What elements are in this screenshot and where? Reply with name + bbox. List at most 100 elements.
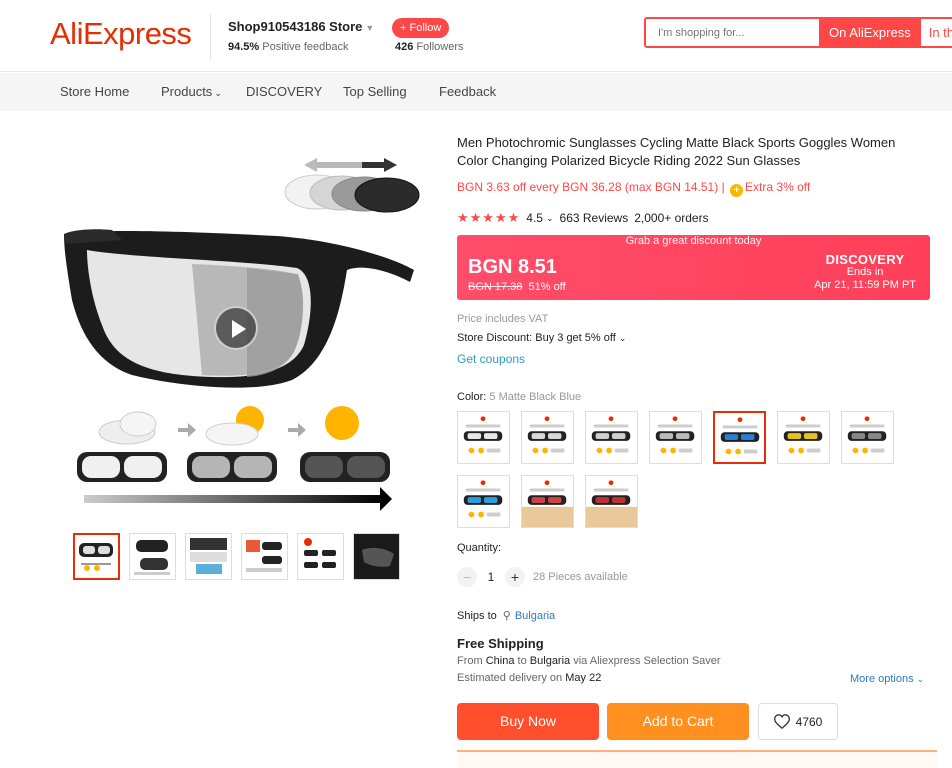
feedback-percent: 94.5% bbox=[228, 41, 260, 53]
ship-to: Bulgaria bbox=[529, 655, 571, 667]
discovery-logo: DISCOVERY bbox=[825, 252, 905, 267]
thumbnail-image bbox=[134, 540, 170, 575]
old-price-row: BGN 17.38 51% off bbox=[468, 281, 566, 293]
color-swatch-8[interactable] bbox=[457, 475, 510, 528]
discount-percent: 51% off bbox=[528, 281, 566, 293]
nav-products-label[interactable]: Products bbox=[161, 84, 212, 99]
small-glasses-row bbox=[77, 452, 390, 482]
store-name-text[interactable]: Shop910543186 Store bbox=[228, 19, 362, 34]
decrease-quantity-button[interactable]: − bbox=[457, 567, 477, 587]
color-swatch-5[interactable] bbox=[713, 411, 766, 464]
search-bar: On AliExpress In th bbox=[644, 17, 952, 48]
reviews-link[interactable]: 663 Reviews bbox=[560, 211, 629, 225]
wishlist-button[interactable]: 4760 bbox=[758, 703, 838, 740]
nav-store-home[interactable]: Store Home bbox=[60, 84, 129, 99]
increase-quantity-button[interactable]: + bbox=[505, 567, 525, 587]
coin-icon: + bbox=[730, 184, 744, 197]
swatch-image bbox=[463, 480, 503, 518]
swatch-image bbox=[527, 416, 567, 454]
add-to-cart-button[interactable]: Add to Cart bbox=[607, 703, 749, 740]
nav-feedback[interactable]: Feedback bbox=[439, 84, 496, 99]
buy-now-button[interactable]: Buy Now bbox=[457, 703, 599, 740]
swatch-image bbox=[522, 480, 573, 527]
color-swatch-9[interactable] bbox=[521, 475, 574, 528]
ships-to-label: Ships to bbox=[457, 609, 497, 622]
more-options-text[interactable]: More options bbox=[850, 673, 914, 685]
thumbnail-3[interactable] bbox=[185, 533, 232, 580]
nav-top-selling[interactable]: Top Selling bbox=[343, 84, 407, 99]
thumbnail-image bbox=[190, 538, 227, 574]
darkening-arrow-icon bbox=[84, 495, 384, 503]
color-swatch-4[interactable] bbox=[649, 411, 702, 464]
store-nav: Store Home Products ⌄ DISCOVERY Top Selli… bbox=[0, 73, 952, 111]
weather-clouds-icon bbox=[98, 406, 359, 446]
ship-from-prefix: From bbox=[457, 655, 483, 667]
chevron-down-icon[interactable]: ▼ bbox=[365, 23, 374, 33]
ship-from: China bbox=[485, 655, 515, 667]
thumbnail-2[interactable] bbox=[129, 533, 176, 580]
promo-text[interactable]: BGN 3.63 off every BGN 36.28 (max BGN 14… bbox=[457, 180, 718, 194]
pieces-available: 28 Pieces available bbox=[533, 571, 628, 583]
search-in-store-button[interactable]: In th bbox=[920, 19, 952, 46]
quantity-stepper: − 1 + 28 Pieces available bbox=[457, 567, 628, 587]
extra-discount[interactable]: Extra 3% off bbox=[745, 180, 810, 194]
chevron-down-icon[interactable]: ⌄ bbox=[917, 674, 925, 684]
swatch-image bbox=[586, 480, 637, 527]
thumbnail-6[interactable] bbox=[353, 533, 400, 580]
get-coupons-link[interactable]: Get coupons bbox=[457, 352, 525, 366]
search-input[interactable] bbox=[646, 19, 820, 46]
thumbnail-image bbox=[354, 534, 399, 579]
site-header: AliExpress Shop910543186 Store ▼ 94.5% Po… bbox=[0, 0, 952, 72]
thumbnail-5[interactable] bbox=[297, 533, 344, 580]
color-swatch-1[interactable] bbox=[457, 411, 510, 464]
store-name[interactable]: Shop910543186 Store ▼ bbox=[228, 19, 374, 34]
followers-label: Followers bbox=[416, 41, 464, 53]
nav-products[interactable]: Products ⌄ bbox=[161, 84, 222, 99]
rating-value[interactable]: 4.5 bbox=[526, 211, 543, 225]
color-swatch-10[interactable] bbox=[585, 475, 638, 528]
vat-note: Price includes VAT bbox=[457, 313, 549, 325]
color-swatch-6[interactable] bbox=[777, 411, 830, 464]
swatch-image bbox=[463, 416, 503, 454]
store-discount-text[interactable]: Store Discount: Buy 3 get 5% off bbox=[457, 332, 616, 344]
followers-count: 426 Followers bbox=[395, 41, 464, 53]
color-swatch-3[interactable] bbox=[585, 411, 638, 464]
chevron-down-icon[interactable]: ⌄ bbox=[214, 88, 222, 98]
shipping-detail: From China to Bulgaria via Aliexpress Se… bbox=[457, 655, 721, 667]
promo-line[interactable]: BGN 3.63 off every BGN 36.28 (max BGN 14… bbox=[457, 180, 810, 197]
wishlist-count: 4760 bbox=[795, 714, 823, 729]
color-swatch-7[interactable] bbox=[841, 411, 894, 464]
follow-button[interactable]: + Follow bbox=[392, 18, 450, 38]
orders-count: 2,000+ orders bbox=[634, 211, 709, 225]
quantity-value[interactable]: 1 bbox=[477, 570, 505, 584]
gradient-arrow-icon bbox=[304, 158, 397, 172]
chevron-down-icon[interactable]: ⌄ bbox=[619, 333, 627, 343]
thumbnail-image bbox=[304, 538, 336, 568]
ends-in-label: Ends in bbox=[846, 266, 884, 278]
ship-via: via Aliexpress Selection Saver bbox=[573, 655, 721, 667]
swatch-image bbox=[847, 416, 887, 454]
ship-to-prefix: to bbox=[517, 655, 527, 667]
location-pin-icon: ⚲ bbox=[502, 610, 511, 622]
store-discount[interactable]: Store Discount: Buy 3 get 5% off ⌄ bbox=[457, 332, 626, 344]
current-price: BGN 8.51 bbox=[468, 256, 557, 278]
thumbnail-strip bbox=[73, 533, 400, 580]
more-options-link[interactable]: More options ⌄ bbox=[850, 673, 924, 685]
aliexpress-logo[interactable]: AliExpress bbox=[50, 16, 192, 52]
star-rating-icon: ★★★★★ bbox=[457, 210, 521, 225]
store-feedback: 94.5% Positive feedback bbox=[228, 41, 374, 53]
thumbnail-1[interactable] bbox=[73, 533, 120, 580]
color-swatch-2[interactable] bbox=[521, 411, 574, 464]
est-date: May 22 bbox=[565, 672, 602, 684]
swatch-image bbox=[591, 416, 631, 454]
color-label: Color: 5 Matte Black Blue bbox=[457, 391, 581, 403]
nav-discovery[interactable]: DISCOVERY bbox=[246, 84, 322, 99]
chevron-down-icon[interactable]: ⌄ bbox=[546, 213, 554, 224]
swatch-image bbox=[783, 416, 823, 454]
play-video-icon[interactable] bbox=[214, 306, 258, 350]
ships-to-country[interactable]: Bulgaria bbox=[515, 610, 555, 622]
thumbnail-4[interactable] bbox=[241, 533, 288, 580]
search-on-aliexpress-button[interactable]: On AliExpress bbox=[819, 19, 921, 46]
followers-number: 426 bbox=[395, 41, 414, 53]
estimated-delivery: Estimated delivery on May 22 bbox=[457, 672, 601, 684]
